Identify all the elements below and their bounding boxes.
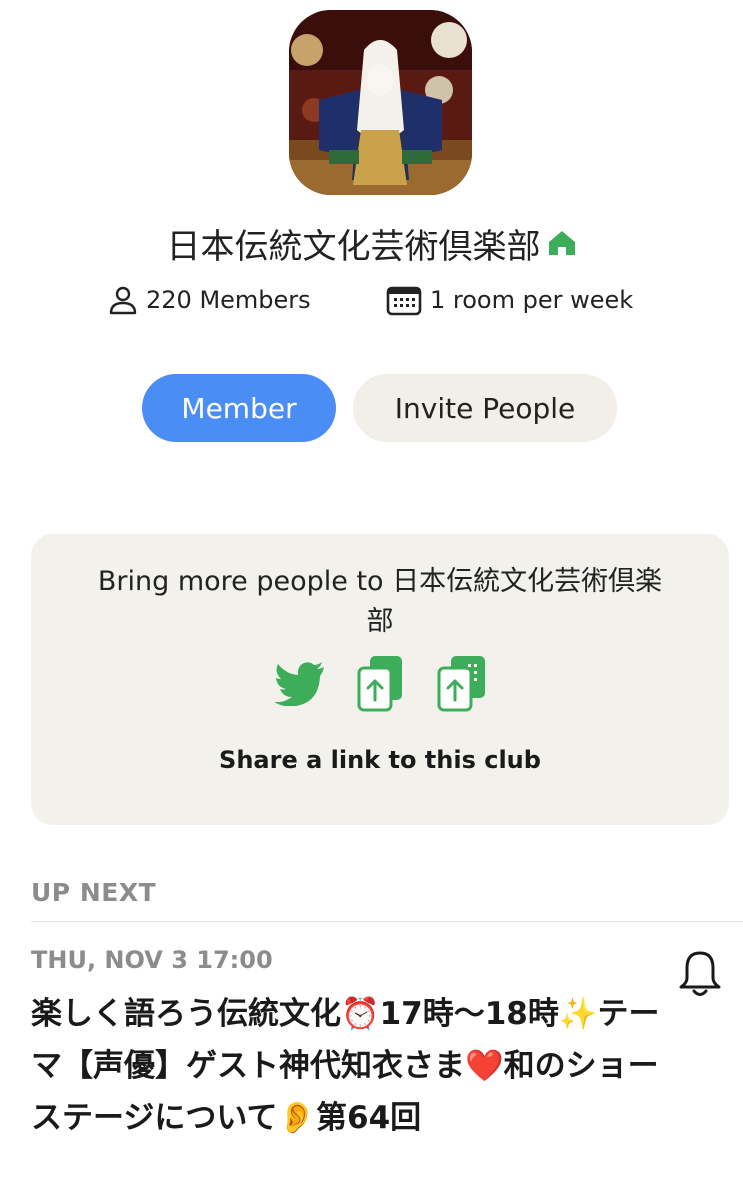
green-house-icon xyxy=(547,223,577,269)
club-photo xyxy=(289,10,472,195)
members-count[interactable]: 220 Members xyxy=(108,280,311,320)
calendar-icon xyxy=(386,284,422,316)
club-page: 日本伝統文化芸術倶楽部 220 Members 1 room per week … xyxy=(0,0,743,1200)
copy-link-icon[interactable] xyxy=(356,654,406,716)
share-prompt: Bring more people to 日本伝統文化芸術倶楽部 xyxy=(97,566,663,637)
person-icon xyxy=(108,285,138,315)
invite-people-button[interactable]: Invite People xyxy=(353,374,617,442)
bell-icon[interactable] xyxy=(677,950,723,1002)
up-next-heading: UP NEXT xyxy=(31,878,157,907)
rooms-label: 1 room per week xyxy=(430,286,634,314)
share-caption[interactable]: Share a link to this club xyxy=(31,746,729,774)
event-title[interactable]: 楽しく語ろう伝統文化⏰17時〜18時✨テーマ【声優】ゲスト神代知衣さま❤️和のシ… xyxy=(31,988,671,1144)
club-stats: 220 Members 1 room per week xyxy=(0,280,743,320)
member-button[interactable]: Member xyxy=(142,374,336,442)
event-time: THU, NOV 3 17:00 xyxy=(31,946,273,974)
members-label: 220 Members xyxy=(146,286,311,314)
club-name: 日本伝統文化芸術倶楽部 xyxy=(166,227,541,267)
twitter-icon[interactable] xyxy=(274,662,326,710)
share-card: Bring more people to 日本伝統文化芸術倶楽部 Share a… xyxy=(31,534,729,825)
divider xyxy=(31,921,743,922)
share-icons xyxy=(31,654,729,714)
club-title-row: 日本伝統文化芸術倶楽部 xyxy=(0,224,743,272)
share-icon[interactable] xyxy=(436,654,488,716)
rooms-frequency: 1 room per week xyxy=(386,280,633,320)
